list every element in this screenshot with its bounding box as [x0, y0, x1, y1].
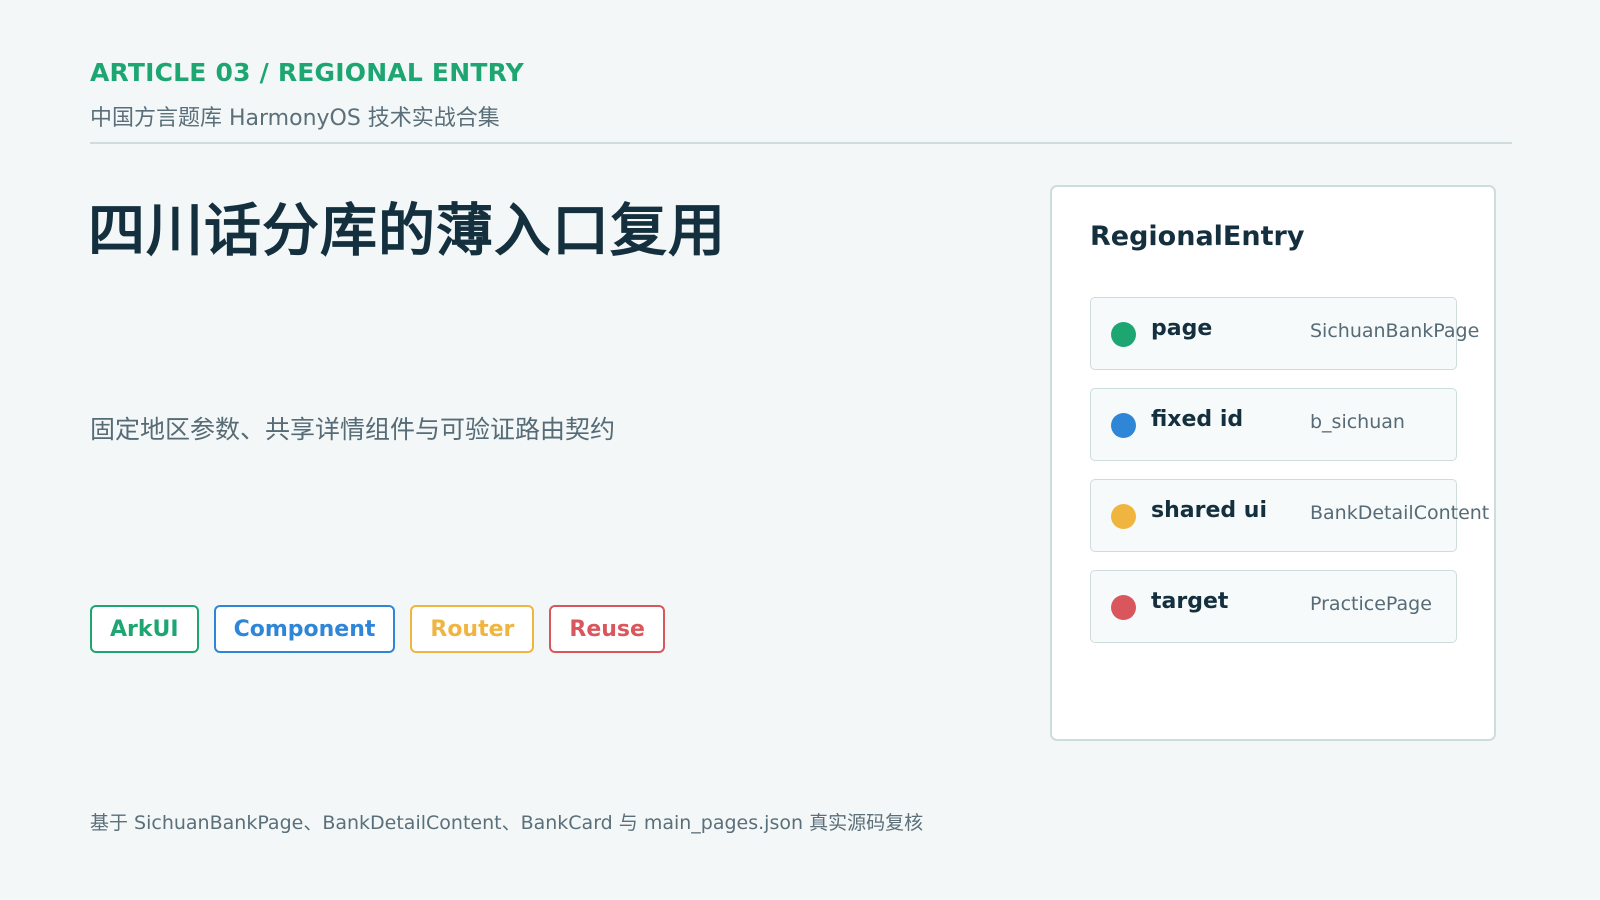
card-row-target: target PracticePage [1090, 570, 1457, 643]
card-rows: page SichuanBankPage fixed id b_sichuan … [1090, 297, 1489, 643]
tag-router: Router [410, 605, 535, 653]
page-title: 四川话分库的薄入口复用 [88, 198, 726, 264]
status-dot-icon [1111, 595, 1136, 620]
row-key: target [1151, 589, 1229, 614]
status-dot-icon [1111, 413, 1136, 438]
card-row-shared-ui: shared ui BankDetailContent [1090, 479, 1489, 552]
card-row-page: page SichuanBankPage [1090, 297, 1479, 370]
card-title: RegionalEntry [1090, 221, 1305, 252]
row-key: page [1151, 316, 1213, 341]
series-subtitle: 中国方言题库 HarmonyOS 技术实战合集 [90, 106, 500, 131]
tag-list: ArkUI Component Router Reuse [90, 605, 665, 653]
row-key: shared ui [1151, 498, 1267, 523]
tag-component: Component [213, 605, 396, 653]
summary-text: 固定地区参数、共享详情组件与可验证路由契约 [90, 415, 616, 444]
tag-reuse: Reuse [549, 605, 665, 653]
slide: ARTICLE 03 / REGIONAL ENTRY 中国方言题库 Harmo… [0, 0, 1600, 900]
source-note: 基于 SichuanBankPage、BankDetailContent、Ban… [90, 812, 924, 834]
row-key: fixed id [1151, 407, 1244, 432]
card-row-fixed-id: fixed id b_sichuan [1090, 388, 1457, 461]
regional-entry-card: RegionalEntry page SichuanBankPage fixed… [1050, 185, 1496, 741]
row-value: PracticePage [1310, 593, 1432, 615]
tag-arkui: ArkUI [90, 605, 199, 653]
header-divider [90, 142, 1512, 144]
status-dot-icon [1111, 504, 1136, 529]
status-dot-icon [1111, 322, 1136, 347]
row-value: BankDetailContent [1310, 502, 1490, 524]
article-kicker: ARTICLE 03 / REGIONAL ENTRY [90, 58, 524, 87]
row-value: b_sichuan [1310, 411, 1405, 433]
row-value: SichuanBankPage [1310, 320, 1480, 342]
